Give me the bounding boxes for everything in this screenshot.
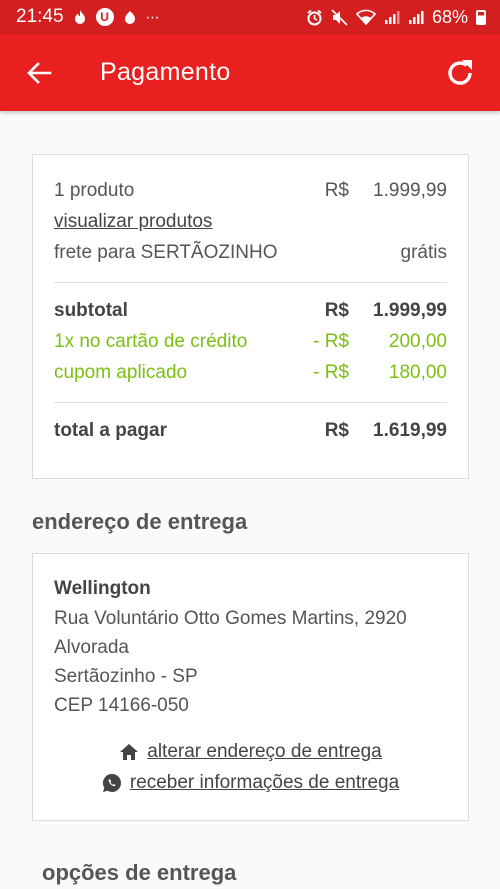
subtotal-row: subtotal R$ 1.999,99 [54, 295, 447, 326]
products-label: 1 produto [54, 180, 135, 201]
mute-icon [331, 8, 348, 26]
signal-icon-1 [384, 10, 400, 25]
refresh-button[interactable] [442, 55, 478, 91]
whatsapp-icon [102, 773, 121, 792]
view-products-row: visualizar produtos [54, 206, 447, 237]
view-products-link[interactable]: visualizar produtos [54, 206, 212, 237]
shipping-label: frete para SERTÃOZINHO [54, 242, 278, 263]
credit-currency: - R$ [313, 331, 349, 352]
signal-icon-2 [408, 10, 424, 25]
products-value: 1.999,99 [373, 180, 447, 201]
refresh-icon [448, 59, 472, 85]
address-section-title: endereço de entrega [32, 509, 248, 534]
battery-percent: 68% [431, 6, 468, 27]
page-title: Pagamento [100, 58, 231, 86]
alarm-icon [306, 9, 323, 26]
products-currency: R$ [324, 180, 349, 201]
address-zip: CEP 14166-050 [54, 695, 189, 716]
total-label: total a pagar [54, 420, 167, 441]
arrow-left-icon [27, 61, 52, 84]
coupon-value: 180,00 [388, 362, 447, 383]
divider [54, 402, 447, 403]
coupon-label: cupom aplicado [54, 362, 188, 383]
shipping-value: grátis [400, 242, 447, 263]
address-street: Rua Voluntário Otto Gomes Martins, 2920 [54, 608, 407, 629]
recipient-name: Wellington [54, 578, 151, 599]
status-left: 21:45 U ⋯ [16, 6, 160, 28]
coupon-currency: - R$ [313, 362, 349, 383]
app-u-icon: U [95, 8, 114, 26]
total-value: 1.619,99 [373, 420, 447, 441]
subtotal-amount: R$ 1.999,99 [325, 295, 447, 326]
change-address-label: alterar endereço de entrega [147, 741, 382, 762]
back-button[interactable] [22, 56, 56, 90]
address-neighborhood: Alvorada [54, 637, 129, 658]
receive-info-label: receber informações de entrega [129, 772, 400, 793]
status-time: 21:45 [16, 6, 64, 27]
delivery-section-title: opções de entrega [42, 860, 237, 885]
home-icon [120, 743, 139, 760]
address-actions: alterar endereço de entrega receber info… [54, 738, 447, 796]
subtotal-currency: R$ [324, 300, 349, 321]
credit-label: 1x no cartão de crédito [54, 331, 248, 352]
total-row: total a pagar R$ 1.619,99 [54, 415, 447, 446]
wifi-icon [355, 9, 376, 25]
more-notifications-icon: ⋯ [145, 8, 160, 25]
notification-flame-icon [72, 9, 88, 25]
battery-icon [476, 9, 486, 25]
notification-app-icon [122, 9, 138, 25]
credit-amount: - R$ 200,00 [313, 326, 447, 357]
total-amount: R$ 1.619,99 [325, 415, 447, 446]
address-card: Wellington Rua Voluntário Otto Gomes Mar… [32, 553, 469, 821]
products-amount: R$ 1.999,99 [325, 175, 447, 206]
app-bar: Pagamento [0, 34, 500, 111]
total-currency: R$ [324, 420, 349, 441]
divider [54, 282, 447, 283]
order-summary-card: 1 produto R$ 1.999,99 visualizar produto… [32, 154, 469, 479]
shipping-row: frete para SERTÃOZINHO grátis [54, 237, 447, 268]
receive-info-button[interactable]: receber informações de entrega [102, 769, 399, 796]
coupon-discount-row: cupom aplicado - R$ 180,00 [54, 357, 447, 388]
products-row: 1 produto R$ 1.999,99 [54, 175, 447, 206]
status-right: 68% [306, 7, 486, 28]
address-city: Sertãozinho - SP [54, 666, 198, 687]
credit-value: 200,00 [388, 331, 447, 352]
credit-discount-row: 1x no cartão de crédito - R$ 200,00 [54, 326, 447, 357]
change-address-button[interactable]: alterar endereço de entrega [119, 738, 382, 765]
status-bar: 21:45 U ⋯ 68% [0, 0, 500, 34]
subtotal-value: 1.999,99 [373, 300, 447, 321]
coupon-amount: - R$ 180,00 [313, 357, 447, 388]
subtotal-label: subtotal [54, 300, 128, 321]
